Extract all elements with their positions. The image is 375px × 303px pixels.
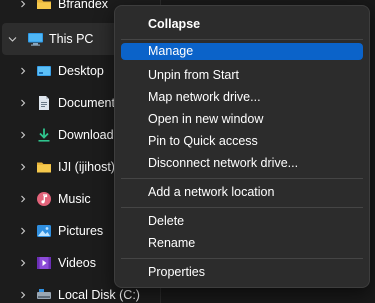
chevron-down-icon[interactable]: [7, 34, 17, 44]
menu-separator: [121, 178, 363, 179]
chevron-right-icon[interactable]: [18, 226, 28, 236]
menu-item-properties[interactable]: Properties: [121, 262, 363, 282]
menu-item-add-network-location[interactable]: Add a network location: [121, 182, 363, 202]
pictures-icon: [36, 223, 52, 239]
nav-item-label: This PC: [49, 32, 94, 46]
drive-icon: [36, 287, 52, 303]
menu-item-unpin-from-start[interactable]: Unpin from Start: [121, 65, 363, 85]
videos-icon: [36, 255, 52, 271]
nav-item-label: Downloads: [58, 128, 120, 142]
nav-item-label: Music: [58, 192, 91, 206]
computer-icon: [27, 31, 43, 47]
menu-item-rename[interactable]: Rename: [121, 233, 363, 253]
nav-item-label: Documents: [58, 96, 122, 110]
chevron-right-icon[interactable]: [18, 258, 28, 268]
folder-icon: [36, 0, 52, 12]
nav-item-label: Local Disk (C:): [58, 288, 140, 302]
chevron-right-icon[interactable]: [18, 98, 28, 108]
folder-icon: [36, 159, 52, 175]
menu-item-disconnect-network-drive[interactable]: Disconnect network drive...: [121, 153, 363, 173]
desktop-icon: [36, 63, 52, 79]
file-explorer-window: Bfrandex This PC Desktop Documents Downl…: [0, 0, 375, 303]
music-icon: [36, 191, 52, 207]
chevron-right-icon[interactable]: [18, 130, 28, 140]
nav-item-label: Bfrandex: [58, 0, 109, 11]
menu-item-open-in-new-window[interactable]: Open in new window: [121, 109, 363, 129]
menu-item-map-network-drive[interactable]: Map network drive...: [121, 87, 363, 107]
menu-item-collapse[interactable]: Collapse: [121, 14, 363, 34]
chevron-right-icon[interactable]: [18, 0, 28, 9]
menu-item-delete[interactable]: Delete: [121, 211, 363, 231]
downloads-icon: [36, 127, 52, 143]
nav-item-label: Pictures: [58, 224, 104, 238]
chevron-right-icon[interactable]: [18, 162, 28, 172]
menu-separator: [121, 258, 363, 259]
menu-item-pin-to-quick-access[interactable]: Pin to Quick access: [121, 131, 363, 151]
context-menu: Collapse Manage Unpin from Start Map net…: [114, 5, 370, 288]
menu-separator: [121, 39, 363, 40]
chevron-right-icon[interactable]: [18, 290, 28, 300]
documents-icon: [36, 95, 52, 111]
nav-item-label: IJI (ijihost): [58, 160, 115, 174]
chevron-right-icon[interactable]: [18, 194, 28, 204]
nav-item-label: Videos: [58, 256, 96, 270]
menu-item-manage[interactable]: Manage: [121, 43, 363, 60]
nav-item-label: Desktop: [58, 64, 104, 78]
chevron-right-icon[interactable]: [18, 66, 28, 76]
menu-separator: [121, 207, 363, 208]
